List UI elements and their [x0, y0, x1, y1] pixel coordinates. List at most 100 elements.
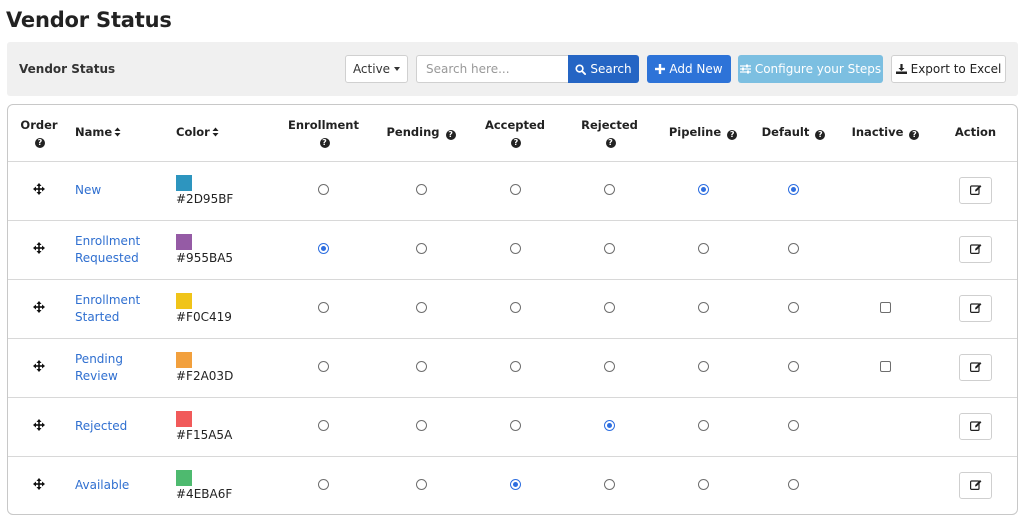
- header-name[interactable]: Name: [70, 105, 171, 162]
- pipeline-radio[interactable]: [697, 183, 709, 195]
- table-row: New #2D95BF: [8, 161, 1017, 221]
- default-radio[interactable]: [788, 478, 799, 490]
- accepted-radio[interactable]: [509, 419, 521, 431]
- search-button-label: Search: [590, 62, 632, 76]
- vendor-status-table: Order? Name Color Enrollment? Pending ? …: [7, 104, 1018, 515]
- rejected-radio[interactable]: [604, 301, 615, 313]
- pending-radio[interactable]: [415, 419, 427, 431]
- enrollment-radio[interactable]: [318, 360, 329, 372]
- default-radio[interactable]: [788, 360, 799, 372]
- name-cell: Available: [70, 456, 171, 514]
- status-filter-dropdown[interactable]: Active: [345, 55, 408, 83]
- sliders-icon: [739, 64, 751, 74]
- header-rejected: Rejected?: [561, 105, 658, 162]
- inactive-cell: [839, 220, 932, 280]
- name-cell: Rejected: [70, 397, 171, 457]
- pending-radio[interactable]: [415, 478, 427, 490]
- edit-button[interactable]: [959, 472, 992, 500]
- search-input[interactable]: [416, 55, 569, 83]
- accepted-radio[interactable]: [509, 183, 521, 195]
- header-action: Action: [932, 105, 1017, 162]
- rejected-radio[interactable]: [604, 419, 615, 431]
- export-excel-button[interactable]: Export to Excel: [891, 55, 1006, 83]
- rejected-radio[interactable]: [604, 360, 615, 372]
- rejected-radio[interactable]: [604, 183, 615, 195]
- enrollment-radio[interactable]: [318, 419, 329, 431]
- edit-button[interactable]: [959, 236, 992, 263]
- rejected-cell: [561, 279, 658, 339]
- question-icon: ?: [727, 130, 738, 141]
- pipeline-radio[interactable]: [697, 478, 709, 490]
- pending-radio[interactable]: [415, 183, 427, 195]
- color-cell: #F0C419: [171, 279, 274, 339]
- enrollment-radio[interactable]: [318, 301, 329, 313]
- add-new-label: Add New: [669, 62, 723, 76]
- edit-icon: [969, 243, 982, 257]
- pipeline-radio[interactable]: [697, 419, 709, 431]
- add-new-button[interactable]: Add New: [647, 55, 731, 83]
- enrollment-radio[interactable]: [318, 183, 329, 195]
- status-name-link[interactable]: Available: [75, 477, 150, 494]
- search-button[interactable]: Search: [568, 55, 639, 83]
- drag-handle-icon[interactable]: [33, 183, 45, 198]
- default-cell: [748, 279, 839, 339]
- search-icon: [575, 63, 587, 75]
- rejected-cell: [561, 220, 658, 280]
- accepted-radio[interactable]: [509, 242, 521, 254]
- default-radio[interactable]: [788, 242, 799, 254]
- pending-radio[interactable]: [415, 360, 427, 372]
- toolbar: Vendor Status Active Search Add New Conf…: [7, 42, 1018, 96]
- download-icon: [895, 64, 907, 74]
- drag-handle-icon[interactable]: [33, 419, 45, 434]
- accepted-radio[interactable]: [509, 301, 521, 313]
- pending-radio[interactable]: [415, 301, 427, 313]
- table-header-row: Order? Name Color Enrollment? Pending ? …: [8, 105, 1017, 162]
- configure-steps-button[interactable]: Configure your Steps: [738, 55, 883, 83]
- default-radio[interactable]: [788, 419, 799, 431]
- edit-button[interactable]: [959, 295, 992, 322]
- pipeline-radio[interactable]: [697, 242, 709, 254]
- header-accepted: Accepted?: [469, 105, 561, 162]
- status-name-link[interactable]: Rejected: [75, 418, 150, 435]
- edit-icon: [969, 479, 982, 493]
- enrollment-radio[interactable]: [318, 478, 329, 490]
- drag-handle-icon[interactable]: [33, 301, 45, 316]
- action-cell: [932, 220, 1017, 280]
- header-color[interactable]: Color: [171, 105, 274, 162]
- accepted-radio[interactable]: [509, 360, 521, 372]
- inactive-checkbox[interactable]: [880, 301, 891, 313]
- order-cell: [8, 456, 70, 514]
- plus-icon: [655, 64, 666, 74]
- status-name-link[interactable]: Pending Review: [75, 351, 150, 385]
- pipeline-radio[interactable]: [697, 301, 709, 313]
- status-name-link[interactable]: Enrollment Requested: [75, 233, 150, 267]
- drag-handle-icon[interactable]: [33, 242, 45, 257]
- edit-icon: [969, 420, 982, 434]
- enrollment-radio[interactable]: [318, 242, 329, 254]
- pipeline-cell: [658, 161, 748, 221]
- rejected-radio[interactable]: [604, 478, 615, 490]
- order-cell: [8, 161, 70, 221]
- pipeline-radio[interactable]: [697, 360, 709, 372]
- action-cell: [932, 279, 1017, 339]
- drag-handle-icon[interactable]: [33, 478, 45, 493]
- edit-button[interactable]: [959, 354, 992, 381]
- status-name-link[interactable]: New: [75, 182, 150, 199]
- edit-button[interactable]: [959, 413, 992, 440]
- accepted-radio[interactable]: [509, 478, 521, 490]
- edit-button[interactable]: [959, 177, 992, 204]
- name-cell: New: [70, 161, 171, 221]
- inactive-checkbox[interactable]: [880, 360, 891, 372]
- header-pipeline: Pipeline ?: [658, 105, 748, 162]
- pending-radio[interactable]: [415, 242, 427, 254]
- status-name-link[interactable]: Enrollment Started: [75, 292, 150, 326]
- inactive-cell: [839, 456, 932, 514]
- question-icon: ?: [605, 137, 616, 148]
- rejected-radio[interactable]: [604, 242, 615, 254]
- question-icon: ?: [511, 137, 521, 148]
- default-radio[interactable]: [788, 301, 799, 313]
- color-swatch: [176, 411, 192, 427]
- drag-handle-icon[interactable]: [33, 360, 45, 375]
- default-radio[interactable]: [788, 183, 799, 195]
- pipeline-cell: [658, 456, 748, 514]
